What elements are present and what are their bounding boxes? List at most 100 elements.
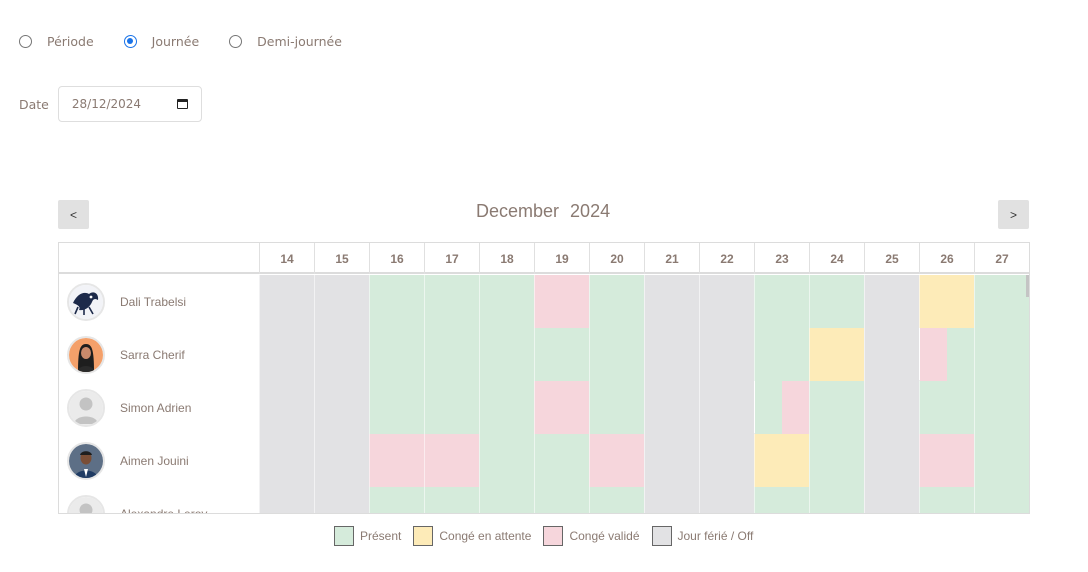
day-cell-half[interactable]: [754, 381, 810, 434]
mode-radio-periode[interactable]: [19, 35, 32, 48]
day-cell-off[interactable]: [644, 275, 699, 328]
day-cell-off[interactable]: [259, 381, 314, 434]
day-cell-present[interactable]: [754, 487, 809, 513]
day-cell-off[interactable]: [699, 434, 754, 487]
employee-cell: Sarra Cherif: [59, 328, 259, 381]
day-cell-present[interactable]: [589, 381, 644, 434]
grid-scrollbar[interactable]: [1026, 275, 1029, 297]
day-cell-pending[interactable]: [754, 434, 809, 487]
day-cell-off[interactable]: [864, 275, 919, 328]
day-cell-present[interactable]: [919, 487, 974, 513]
day-cell-validated[interactable]: [919, 434, 974, 487]
day-cell-off[interactable]: [314, 381, 369, 434]
day-cell-validated[interactable]: [534, 275, 589, 328]
day-cell-present[interactable]: [424, 328, 479, 381]
day-header: 26: [919, 243, 974, 274]
day-cell-off[interactable]: [259, 328, 314, 381]
day-cell-present[interactable]: [974, 381, 1029, 434]
day-cell-present[interactable]: [754, 328, 809, 381]
legend-label: Jour férié / Off: [677, 529, 754, 543]
day-cell-off[interactable]: [314, 328, 369, 381]
employee-name: Sarra Cherif: [120, 347, 185, 362]
mode-radio-demi-journee[interactable]: [229, 35, 243, 48]
day-cell-off[interactable]: [644, 434, 699, 487]
day-cell-present[interactable]: [809, 434, 864, 487]
day-cell-pending[interactable]: [809, 328, 864, 381]
day-cell-present[interactable]: [589, 487, 644, 513]
day-cell-present[interactable]: [479, 275, 534, 328]
employee-row: Simon Adrien: [59, 381, 1029, 434]
day-cell-off[interactable]: [259, 487, 314, 513]
day-cell-present[interactable]: [974, 434, 1029, 487]
day-cell-present[interactable]: [369, 328, 424, 381]
day-cell-present[interactable]: [424, 487, 479, 513]
day-cell-off[interactable]: [644, 381, 699, 434]
day-cell-validated[interactable]: [534, 381, 589, 434]
day-cell-off[interactable]: [699, 328, 754, 381]
day-cell-present[interactable]: [534, 328, 589, 381]
legend-item-off: Jour férié / Off: [651, 526, 754, 546]
day-cell-present[interactable]: [589, 275, 644, 328]
day-cell-present[interactable]: [974, 328, 1029, 381]
day-cell-present[interactable]: [369, 381, 424, 434]
day-cell-present[interactable]: [974, 487, 1029, 513]
day-cell-present[interactable]: [424, 381, 479, 434]
day-cell-present[interactable]: [754, 275, 809, 328]
day-cell-validated[interactable]: [369, 434, 424, 487]
day-cell-validated[interactable]: [424, 434, 479, 487]
day-cell-off[interactable]: [314, 434, 369, 487]
mode-selector: Période Journée Demi-journée: [19, 34, 372, 49]
day-header: 15: [314, 243, 369, 274]
day-cell-present[interactable]: [534, 434, 589, 487]
legend-swatch: [334, 526, 354, 546]
day-header: 17: [424, 243, 479, 274]
mode-radio-journee[interactable]: [123, 35, 137, 48]
day-cell-off[interactable]: [699, 381, 754, 434]
day-cell-validated[interactable]: [589, 434, 644, 487]
day-cell-off[interactable]: [644, 487, 699, 513]
day-cell-off[interactable]: [864, 328, 919, 381]
day-cell-present[interactable]: [479, 487, 534, 513]
day-cell-off[interactable]: [314, 487, 369, 513]
day-cell-half[interactable]: [919, 328, 975, 381]
day-cell-off[interactable]: [644, 328, 699, 381]
employee-name: Alexandre Leroy: [120, 506, 208, 514]
employee-cell: Dali Trabelsi: [59, 275, 259, 328]
day-cell-present[interactable]: [479, 381, 534, 434]
day-cell-present[interactable]: [809, 381, 864, 434]
employee-name: Aimen Jouini: [120, 453, 189, 468]
employee-name: Dali Trabelsi: [120, 294, 187, 309]
day-cell-off[interactable]: [864, 434, 919, 487]
day-cell-present[interactable]: [974, 275, 1029, 328]
mode-option-demi-journee[interactable]: Demi-journée: [229, 34, 342, 49]
mode-option-journee[interactable]: Journée: [123, 34, 199, 49]
day-cell-present[interactable]: [479, 434, 534, 487]
day-cell-off[interactable]: [699, 275, 754, 328]
next-month-button[interactable]: >: [998, 200, 1029, 229]
day-cell-present[interactable]: [369, 487, 424, 513]
prev-month-button[interactable]: <: [58, 200, 89, 229]
day-cell-present[interactable]: [479, 328, 534, 381]
day-cell-present[interactable]: [809, 487, 864, 513]
day-cell-present[interactable]: [534, 487, 589, 513]
legend-item-validated: Congé validé: [543, 526, 640, 546]
day-header: 18: [479, 243, 534, 274]
legend-item-present: Présent: [334, 526, 401, 546]
day-cell-off[interactable]: [864, 487, 919, 513]
date-label: Date: [19, 96, 49, 112]
day-cell-off[interactable]: [864, 381, 919, 434]
day-cell-off[interactable]: [259, 275, 314, 328]
day-cell-off[interactable]: [314, 275, 369, 328]
calendar-icon[interactable]: [176, 99, 188, 109]
day-cell-present[interactable]: [369, 275, 424, 328]
date-input[interactable]: 28/12/2024: [57, 86, 202, 122]
day-header: 24: [809, 243, 864, 274]
day-cell-present[interactable]: [424, 275, 479, 328]
day-cell-off[interactable]: [259, 434, 314, 487]
day-cell-pending[interactable]: [919, 275, 974, 328]
mode-option-periode[interactable]: Période: [19, 34, 94, 49]
day-cell-present[interactable]: [919, 381, 974, 434]
day-cell-present[interactable]: [589, 328, 644, 381]
day-cell-off[interactable]: [699, 487, 754, 513]
day-cell-present[interactable]: [809, 275, 864, 328]
